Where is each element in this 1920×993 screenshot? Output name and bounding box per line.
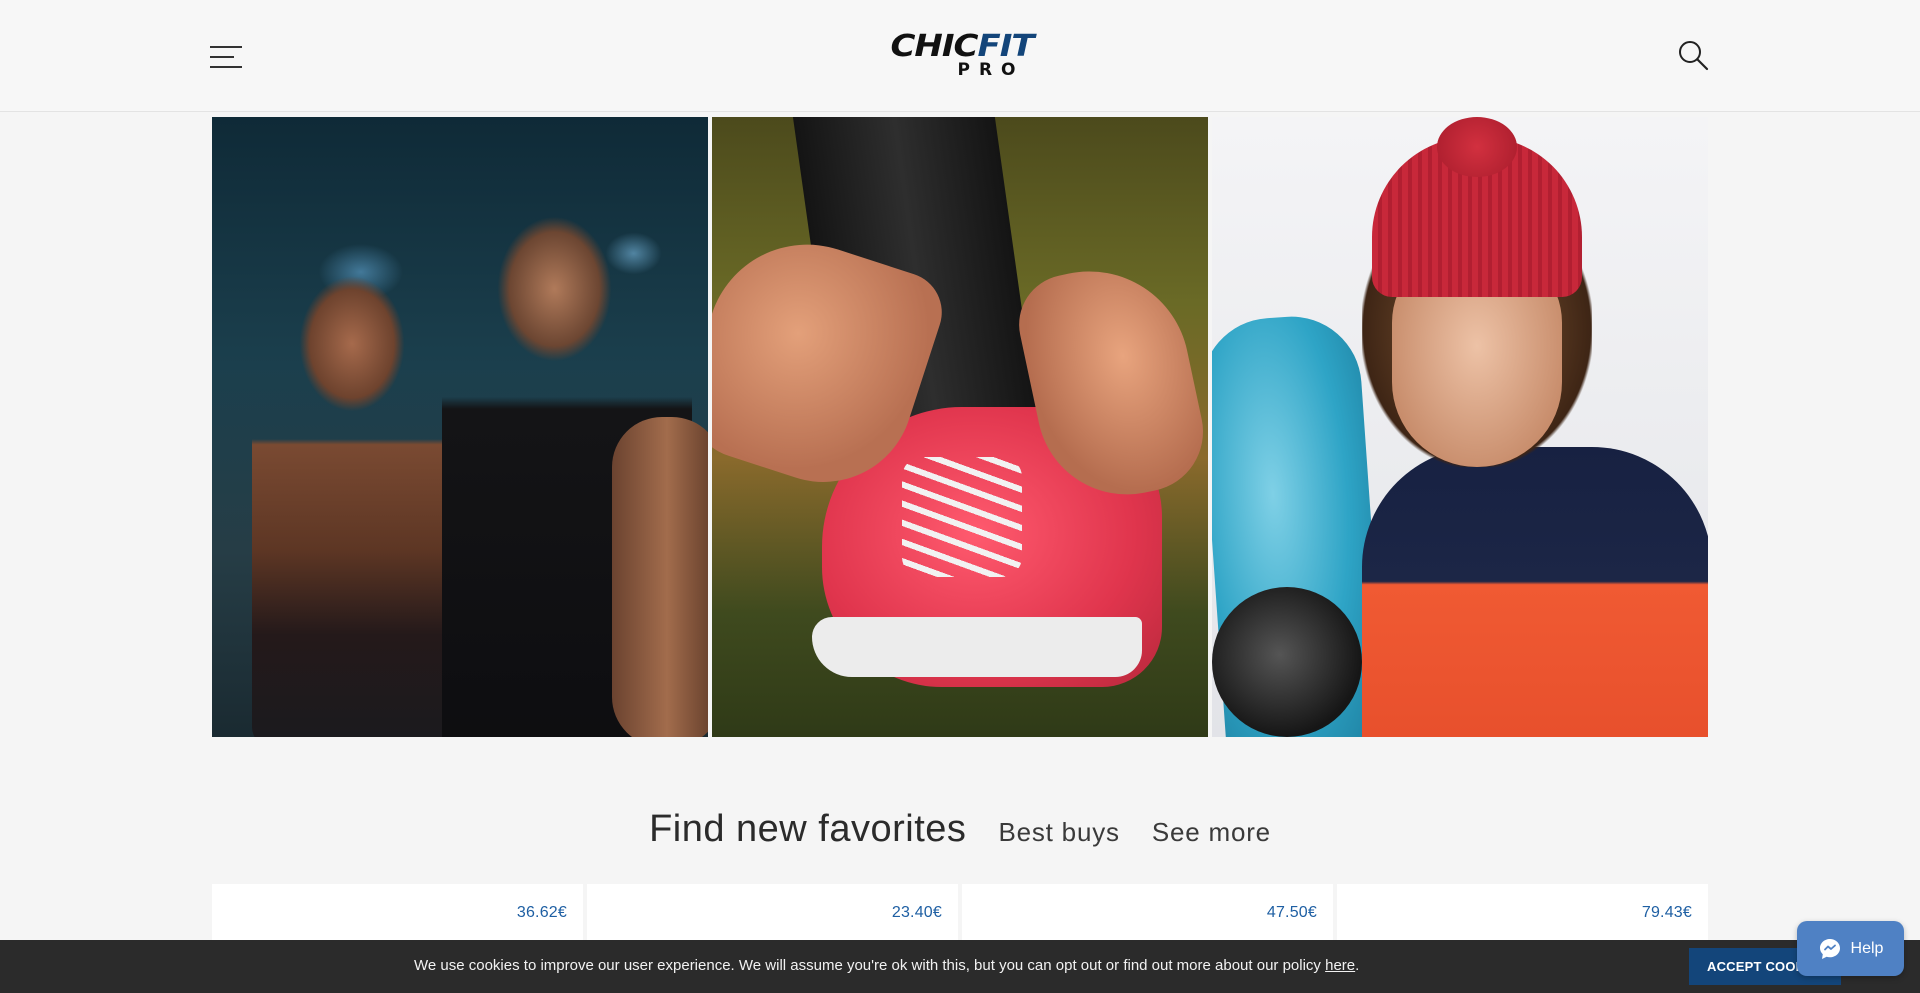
hamburger-menu-icon[interactable] [210,42,244,70]
cookie-policy-link[interactable]: here [1325,957,1355,974]
hero-gallery [212,117,1708,737]
gym-couple-photo[interactable] [212,117,708,737]
snowboarder-photo[interactable] [1212,117,1708,737]
tab-best-buys[interactable]: Best buys [998,817,1119,848]
menu-line [210,46,242,48]
man-arm [612,417,708,737]
tab-see-more[interactable]: See more [1152,817,1271,848]
search-icon[interactable] [1676,38,1710,72]
shoe-laces [902,457,1022,577]
cookie-text: We use cookies to improve our user exper… [414,957,1326,974]
shoe-sole [812,617,1142,677]
menu-line [210,66,242,68]
cookie-banner: We use cookies to improve our user exper… [0,940,1920,993]
favorites-section-header: Find new favorites Best buys See more [0,808,1920,858]
site-header: CHICFIT PRO [0,0,1920,112]
logo-fit: FIT [977,28,1034,65]
cookie-text-end: . [1355,957,1360,974]
woman-figure [252,187,452,737]
logo-chic: CHIC [890,28,978,65]
chat-bubble-icon [1819,938,1840,959]
logo-wordmark: CHICFIT [862,30,1062,62]
menu-line [210,56,234,58]
product-price: 23.40€ [891,904,942,921]
product-price: 47.50€ [1266,904,1317,921]
product-price: 79.43€ [1641,904,1692,921]
product-price: 36.62€ [516,904,567,921]
help-label: Help [1850,939,1884,957]
section-title: Find new favorites [649,808,967,850]
brand-logo[interactable]: CHICFIT PRO [862,28,1062,84]
helmet-shape [1212,587,1362,737]
cookie-message: We use cookies to improve our user exper… [414,957,1359,974]
running-shoe-photo[interactable] [712,117,1208,737]
beanie-pom [1437,117,1517,177]
help-chat-button[interactable]: Help [1797,921,1904,976]
jacket-shape [1362,447,1708,737]
